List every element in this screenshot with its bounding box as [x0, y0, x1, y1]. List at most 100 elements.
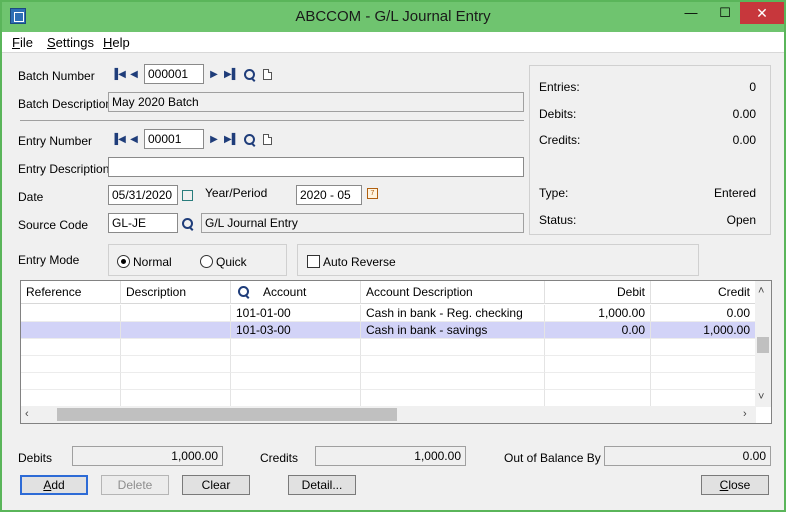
previous-entry-icon[interactable]: ◀ [128, 133, 140, 147]
column-header-debit[interactable]: Debit [545, 281, 651, 304]
empty-cell[interactable] [121, 390, 231, 407]
journal-detail-grid[interactable]: Reference Description Account Account De… [20, 280, 772, 424]
period-picker-icon[interactable]: 7 [367, 188, 378, 199]
empty-cell[interactable] [231, 373, 361, 390]
batch-description-field: May 2020 Batch [108, 92, 524, 112]
empty-cell[interactable] [121, 339, 231, 356]
cell-credit[interactable]: 1,000.00 [651, 322, 756, 339]
empty-cell[interactable] [231, 339, 361, 356]
new-entry-document-icon[interactable] [263, 134, 272, 145]
entry-finder-search-icon[interactable] [244, 134, 256, 146]
column-header-description[interactable]: Description [121, 281, 231, 304]
cell-credit[interactable]: 0.00 [651, 305, 756, 322]
vertical-scroll-thumb[interactable] [757, 337, 769, 353]
horizontal-scrollbar[interactable]: ‹ › [21, 406, 756, 423]
source-code-search-icon[interactable] [182, 218, 194, 230]
table-row[interactable]: 101-01-00 Cash in bank - Reg. checking 1… [21, 305, 756, 322]
empty-cell[interactable] [545, 373, 651, 390]
next-record-icon[interactable]: ▶ [208, 68, 220, 82]
cell-description[interactable] [121, 322, 231, 339]
scroll-up-arrow-icon[interactable]: ˄ [758, 285, 764, 297]
clear-button[interactable]: Clear [182, 475, 250, 495]
first-entry-icon[interactable]: ▐◀ [111, 133, 126, 147]
vertical-scrollbar[interactable]: ˄ ˅ [755, 281, 771, 407]
cell-account[interactable]: 101-03-00 [231, 322, 361, 339]
empty-cell[interactable] [21, 373, 121, 390]
scroll-down-arrow-icon[interactable]: ˅ [758, 391, 764, 403]
entry-summary-panel: Entries: 0 Debits: 0.00 Credits: 0.00 Ty… [529, 65, 771, 235]
scroll-left-arrow-icon[interactable]: ‹ [25, 408, 29, 420]
empty-cell[interactable] [361, 373, 545, 390]
mode-normal-label: Normal [133, 255, 172, 269]
empty-cell[interactable] [231, 356, 361, 373]
menu-file[interactable]: File [12, 35, 33, 50]
previous-record-icon[interactable]: ◀ [128, 68, 140, 82]
title-bar[interactable]: ABCCOM - G/L Journal Entry — ☐ ✕ [2, 2, 784, 32]
empty-row[interactable] [21, 390, 756, 407]
empty-cell[interactable] [361, 356, 545, 373]
cell-reference[interactable] [21, 322, 121, 339]
empty-row[interactable] [21, 356, 756, 373]
menu-settings[interactable]: Settings [47, 35, 94, 50]
detail-button[interactable]: Detail... [288, 475, 356, 495]
empty-cell[interactable] [21, 390, 121, 407]
empty-row[interactable] [21, 373, 756, 390]
empty-cell[interactable] [651, 356, 756, 373]
close-button[interactable]: Close [701, 475, 769, 495]
cell-debit[interactable]: 1,000.00 [545, 305, 651, 322]
first-record-icon[interactable]: ▐◀ [111, 68, 126, 82]
empty-cell[interactable] [651, 373, 756, 390]
summary-debits-value: 0.00 [732, 107, 756, 121]
empty-row[interactable] [21, 339, 756, 356]
cell-reference[interactable] [21, 305, 121, 322]
last-record-icon[interactable]: ▶▌ [224, 68, 239, 82]
account-column-search-icon[interactable] [238, 286, 250, 298]
grid-header: Reference Description Account Account De… [21, 281, 756, 304]
source-code-input[interactable]: GL-JE [108, 213, 178, 233]
last-entry-icon[interactable]: ▶▌ [224, 133, 239, 147]
entry-number-input[interactable]: 00001 [144, 129, 204, 149]
new-batch-document-icon[interactable] [263, 69, 272, 80]
next-entry-icon[interactable]: ▶ [208, 133, 220, 147]
table-row-selected[interactable]: 101-03-00 Cash in bank - savings 0.00 1,… [21, 322, 756, 339]
empty-cell[interactable] [361, 339, 545, 356]
close-window-button[interactable]: ✕ [740, 2, 784, 24]
empty-cell[interactable] [651, 339, 756, 356]
empty-cell[interactable] [651, 390, 756, 407]
year-period-input[interactable]: 2020 - 05 [296, 185, 362, 205]
column-header-account[interactable]: Account [231, 281, 361, 304]
column-header-credit[interactable]: Credit [651, 281, 756, 304]
entry-description-input[interactable] [108, 157, 524, 177]
scroll-right-arrow-icon[interactable]: › [743, 408, 747, 420]
date-input[interactable]: 05/31/2020 [108, 185, 178, 205]
delete-button[interactable]: Delete [101, 475, 169, 495]
mode-quick-radio[interactable] [200, 255, 213, 268]
empty-cell[interactable] [21, 356, 121, 373]
cell-account-description: Cash in bank - Reg. checking [361, 305, 545, 322]
empty-cell[interactable] [121, 373, 231, 390]
batch-finder-search-icon[interactable] [244, 69, 256, 81]
empty-cell[interactable] [121, 356, 231, 373]
empty-cell[interactable] [545, 356, 651, 373]
mode-normal-radio[interactable] [117, 255, 130, 268]
empty-cell[interactable] [21, 339, 121, 356]
empty-cell[interactable] [231, 390, 361, 407]
add-button[interactable]: Add [20, 475, 88, 495]
cell-account[interactable]: 101-01-00 [231, 305, 361, 322]
empty-cell[interactable] [545, 390, 651, 407]
calendar-icon[interactable] [182, 190, 193, 201]
empty-cell[interactable] [545, 339, 651, 356]
auto-reverse-checkbox[interactable] [307, 255, 320, 268]
batch-number-input[interactable]: 000001 [144, 64, 204, 84]
maximize-button[interactable]: ☐ [708, 2, 742, 24]
column-header-account-description[interactable]: Account Description [361, 281, 545, 304]
cell-debit[interactable]: 0.00 [545, 322, 651, 339]
cell-description[interactable] [121, 305, 231, 322]
minimize-button[interactable]: — [674, 2, 708, 24]
menu-help[interactable]: Help [103, 35, 130, 50]
empty-cell[interactable] [361, 390, 545, 407]
horizontal-scroll-thumb[interactable] [57, 408, 397, 421]
column-header-reference[interactable]: Reference [21, 281, 121, 304]
summary-credits-label: Credits: [539, 133, 581, 147]
auto-reverse-group: Auto Reverse [297, 244, 699, 276]
